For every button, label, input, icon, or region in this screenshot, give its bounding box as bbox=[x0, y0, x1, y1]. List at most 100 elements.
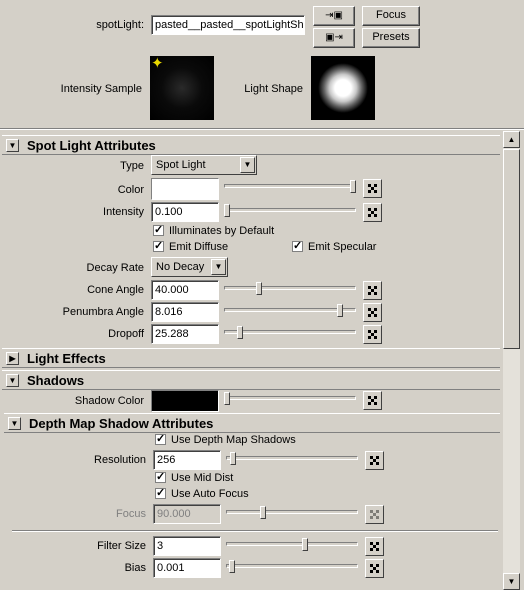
shadows-header[interactable]: ▼ Shadows bbox=[2, 370, 500, 390]
decay-rate-dropdown[interactable]: No Decay ▼ bbox=[151, 257, 228, 277]
focus-map-button bbox=[365, 505, 384, 524]
emit-specular-checkbox[interactable]: Emit Specular bbox=[292, 239, 377, 253]
use-auto-focus-checkbox[interactable]: Use Auto Focus bbox=[155, 486, 249, 500]
spot-light-attributes-header[interactable]: ▼ Spot Light Attributes bbox=[2, 135, 500, 155]
emit-diffuse-checkbox[interactable]: Emit Diffuse bbox=[153, 239, 228, 253]
bias-label: Bias bbox=[124, 562, 146, 574]
emit-specular-label: Emit Specular bbox=[308, 241, 377, 253]
slider-track bbox=[224, 184, 356, 188]
light-shape-label: Light Shape bbox=[244, 83, 303, 95]
shadow-color-slider[interactable] bbox=[224, 392, 356, 406]
slider-track bbox=[226, 564, 358, 568]
input-connection-button[interactable]: ⇥▣ bbox=[313, 6, 355, 26]
filter-size-map-button[interactable] bbox=[365, 537, 384, 556]
focus-field: 90.000 bbox=[153, 504, 221, 524]
focus-button[interactable]: Focus bbox=[362, 6, 420, 26]
chevron-down-icon: ▼ bbox=[211, 259, 226, 275]
section-divider bbox=[12, 530, 498, 532]
dropoff-map-button[interactable] bbox=[363, 325, 382, 344]
spot-light-attributes-title: Spot Light Attributes bbox=[27, 138, 156, 153]
cone-angle-slider[interactable] bbox=[224, 282, 356, 296]
color-label: Color bbox=[117, 184, 144, 196]
slider-thumb[interactable] bbox=[224, 392, 230, 405]
color-slider[interactable] bbox=[224, 180, 356, 194]
node-name-field[interactable]: pasted__pasted__spotLightSha bbox=[151, 15, 305, 35]
focus-label: Focus bbox=[116, 508, 146, 520]
scroll-up-arrow-icon[interactable]: ▲ bbox=[503, 131, 520, 148]
cone-angle-map-button[interactable] bbox=[363, 281, 382, 300]
slider-thumb[interactable] bbox=[302, 538, 308, 551]
focus-slider bbox=[226, 506, 358, 520]
dropoff-slider[interactable] bbox=[224, 326, 356, 340]
slider-thumb[interactable] bbox=[337, 304, 343, 317]
illuminates-default-label: Illuminates by Default bbox=[169, 225, 275, 237]
collapse-arrow-icon: ▼ bbox=[6, 139, 19, 152]
use-depth-map-label: Use Depth Map Shadows bbox=[171, 434, 296, 446]
output-arrow-icon: ▣⇥ bbox=[325, 32, 343, 43]
dropoff-field[interactable]: 25.288 bbox=[151, 324, 219, 344]
light-bulb-icon: ✦ bbox=[151, 55, 164, 72]
illuminates-default-checkbox[interactable]: Illuminates by Default bbox=[153, 223, 275, 237]
intensity-sample-preview: ✦ bbox=[150, 55, 214, 120]
slider-thumb[interactable] bbox=[350, 180, 356, 193]
slider-thumb[interactable] bbox=[237, 326, 243, 339]
output-connection-button[interactable]: ▣⇥ bbox=[313, 28, 355, 48]
shadow-color-label: Shadow Color bbox=[74, 395, 144, 407]
depth-map-header[interactable]: ▼ Depth Map Shadow Attributes bbox=[4, 413, 500, 433]
light-effects-header[interactable]: ▶ Light Effects bbox=[2, 348, 500, 368]
intensity-slider[interactable] bbox=[224, 204, 356, 218]
filter-size-field[interactable]: 3 bbox=[153, 536, 221, 556]
bias-field[interactable]: 0.001 bbox=[153, 558, 221, 578]
bias-map-button[interactable] bbox=[365, 559, 384, 578]
chevron-down-icon: ▼ bbox=[240, 157, 255, 173]
slider-thumb bbox=[260, 506, 266, 519]
slider-thumb[interactable] bbox=[229, 560, 235, 573]
type-value: Spot Light bbox=[156, 159, 206, 171]
decay-rate-label: Decay Rate bbox=[86, 262, 144, 274]
color-map-button[interactable] bbox=[363, 179, 382, 198]
type-dropdown[interactable]: Spot Light ▼ bbox=[151, 155, 257, 175]
expand-arrow-icon: ▶ bbox=[6, 352, 19, 365]
filter-size-slider[interactable] bbox=[226, 538, 358, 552]
penumbra-angle-map-button[interactable] bbox=[363, 303, 382, 322]
intensity-map-button[interactable] bbox=[363, 203, 382, 222]
presets-button[interactable]: Presets bbox=[362, 28, 420, 48]
light-shape-preview bbox=[311, 56, 375, 120]
use-mid-dist-label: Use Mid Dist bbox=[171, 472, 234, 484]
slider-track bbox=[224, 330, 356, 334]
color-swatch[interactable] bbox=[151, 178, 219, 200]
intensity-field[interactable]: 0.100 bbox=[151, 202, 219, 222]
collapse-arrow-icon: ▼ bbox=[8, 417, 21, 430]
resolution-map-button[interactable] bbox=[365, 451, 384, 470]
use-depth-map-checkbox[interactable]: Use Depth Map Shadows bbox=[155, 432, 296, 446]
slider-thumb[interactable] bbox=[230, 452, 236, 465]
shadow-color-swatch[interactable] bbox=[151, 390, 219, 412]
scroll-down-arrow-icon[interactable]: ▼ bbox=[503, 573, 520, 590]
slider-track bbox=[224, 286, 356, 290]
penumbra-angle-label: Penumbra Angle bbox=[62, 306, 144, 318]
shadow-color-map-button[interactable] bbox=[363, 391, 382, 410]
intensity-label: Intensity bbox=[103, 206, 144, 218]
slider-track bbox=[224, 208, 356, 212]
slider-track bbox=[226, 456, 358, 460]
vertical-scrollbar[interactable]: ▲ ▼ bbox=[503, 131, 520, 590]
cone-angle-field[interactable]: 40.000 bbox=[151, 280, 219, 300]
penumbra-angle-slider[interactable] bbox=[224, 304, 356, 318]
use-mid-dist-checkbox[interactable]: Use Mid Dist bbox=[155, 470, 234, 484]
type-label: Type bbox=[120, 160, 144, 172]
decay-rate-value: No Decay bbox=[156, 261, 205, 273]
slider-track bbox=[224, 396, 356, 400]
resolution-label: Resolution bbox=[94, 454, 146, 466]
slider-thumb[interactable] bbox=[224, 204, 230, 217]
penumbra-angle-field[interactable]: 8.016 bbox=[151, 302, 219, 322]
slider-thumb[interactable] bbox=[256, 282, 262, 295]
resolution-field[interactable]: 256 bbox=[153, 450, 221, 470]
depth-map-title: Depth Map Shadow Attributes bbox=[29, 416, 214, 431]
scroll-thumb[interactable] bbox=[503, 149, 520, 349]
resolution-slider[interactable] bbox=[226, 452, 358, 466]
filter-size-label: Filter Size bbox=[97, 540, 146, 552]
intensity-sample-label: Intensity Sample bbox=[60, 83, 142, 95]
use-auto-focus-label: Use Auto Focus bbox=[171, 488, 249, 500]
slider-track bbox=[226, 542, 358, 546]
bias-slider[interactable] bbox=[226, 560, 358, 574]
